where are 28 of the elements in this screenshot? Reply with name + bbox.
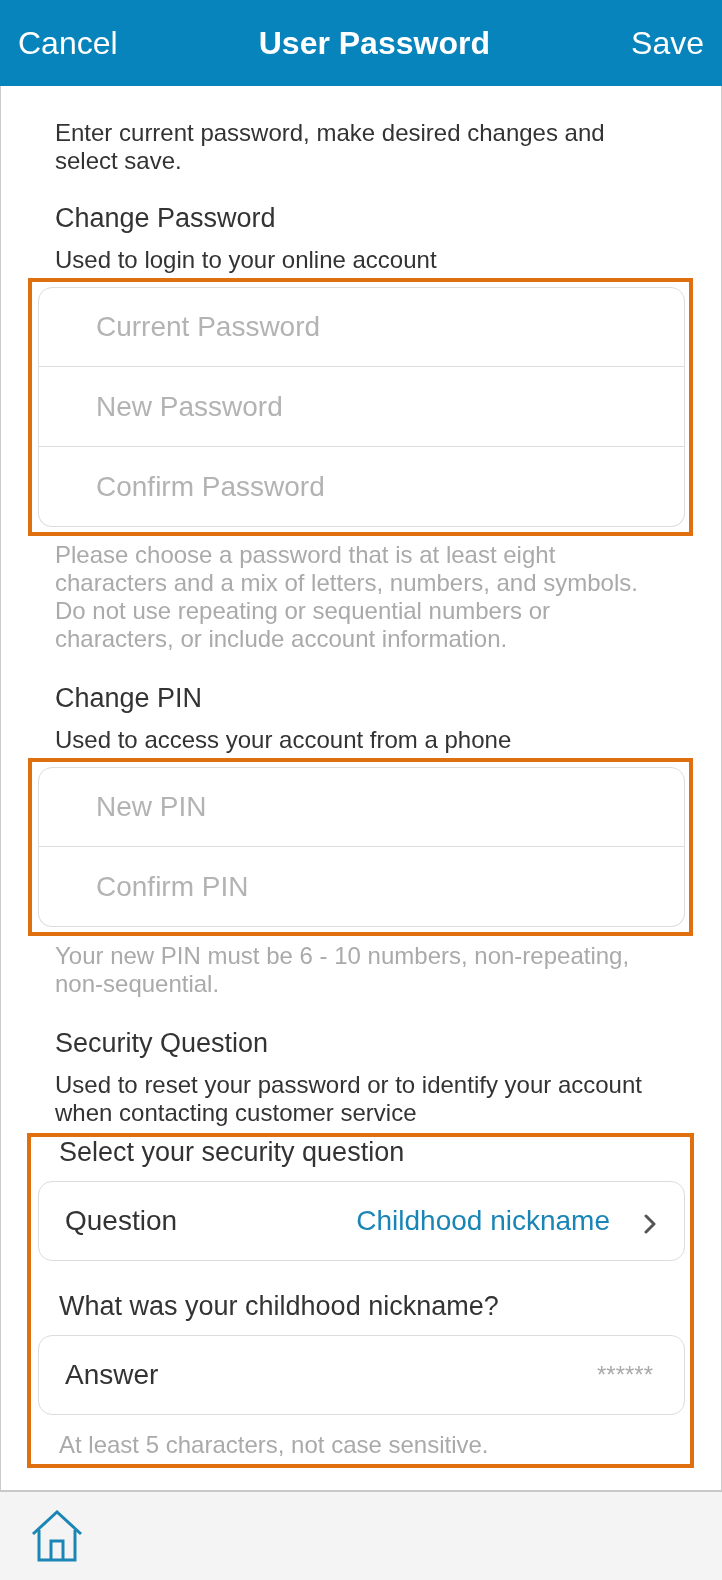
question-value: Childhood nickname (356, 1205, 610, 1237)
section-heading: Change PIN (55, 682, 203, 714)
section-heading: Security Question (55, 1027, 269, 1059)
section-description: Used to login to your online account (55, 246, 438, 274)
question-selector[interactable]: Question Childhood nickname (38, 1181, 685, 1261)
input-field[interactable]: New PIN (38, 767, 685, 847)
input-field[interactable]: Confirm Password (38, 447, 685, 527)
help-text: Your new PIN must be 6 - 10 numbers, non-repeating, non-sequential. (55, 942, 631, 998)
save-button[interactable]: Save (631, 24, 704, 62)
cancel-button[interactable]: Cancel (18, 24, 118, 62)
chevron-right-icon (644, 1214, 656, 1234)
question-text: What was your childhood nickname? (59, 1290, 500, 1322)
help-text: Please choose a password that is at least eight characters and a mix of letters, numbers, and symbols. Do not use repeating or sequential numbers or characters, or include account information. (55, 541, 639, 653)
section-description: Used to access your account from a phone (55, 726, 513, 754)
input-field[interactable]: Current Password (38, 287, 685, 367)
question-label: Question (65, 1205, 179, 1237)
home-icon[interactable] (31, 1510, 83, 1562)
page-title: User Password (258, 24, 490, 62)
help-text: At least 5 characters, not case sensitive. (59, 1431, 490, 1459)
input-field[interactable]: New Password (38, 367, 685, 447)
answer-field[interactable]: Answer ****** (38, 1335, 685, 1415)
answer-value: ****** (596, 1361, 653, 1389)
input-field[interactable]: Confirm PIN (38, 847, 685, 927)
answer-label: Answer (65, 1359, 160, 1391)
instruction-text: Enter current password, make desired changes and select save. (55, 119, 606, 175)
select-prompt: Select your security question (59, 1137, 406, 1167)
section-heading: Change Password (55, 202, 276, 234)
section-description: Used to reset your password or to identify your account when contacting customer service (55, 1071, 643, 1127)
